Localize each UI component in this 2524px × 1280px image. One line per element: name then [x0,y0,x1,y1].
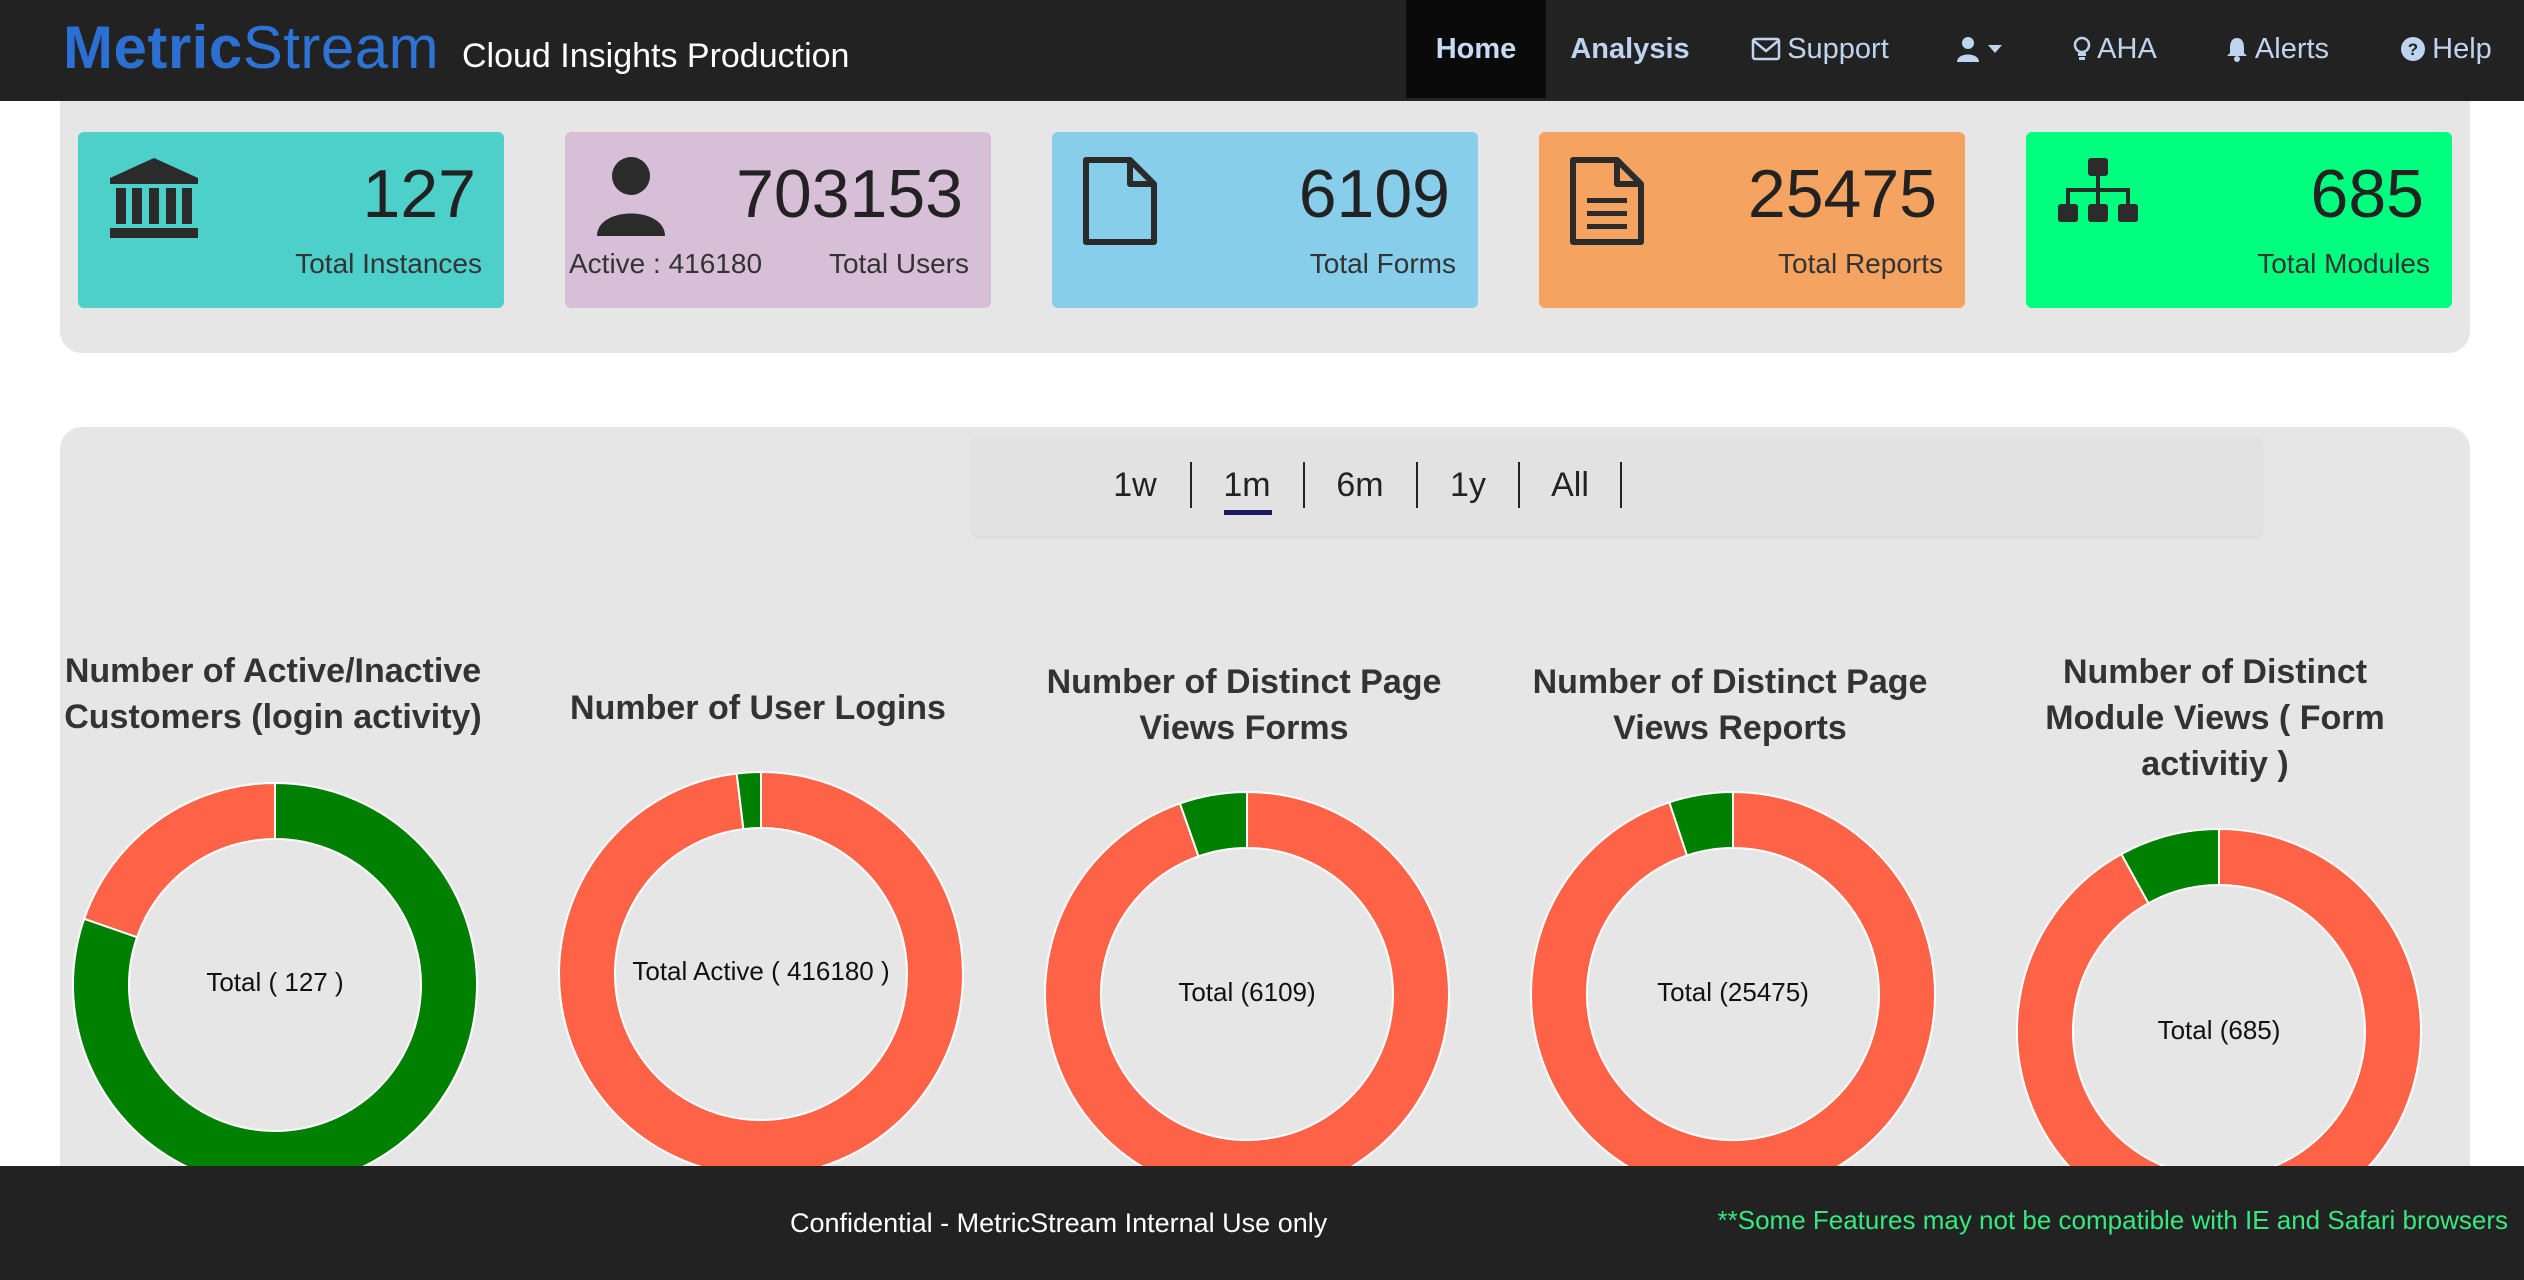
stat-value: 703153 [736,156,963,232]
donut-center-label: Total Active ( 416180 ) [632,956,890,986]
range-1y[interactable]: 1y [1433,460,1503,510]
range-selected-indicator [1224,510,1272,515]
sitemap-icon [2058,158,2138,222]
user-menu[interactable] [1940,0,2020,98]
nav-aha-label: AHA [2097,33,2157,65]
user-icon [597,157,665,236]
brand-logo[interactable]: MetricStream [63,8,439,88]
active-users-count: Active : 416180 [569,248,763,279]
svg-text:?: ? [2408,40,2418,59]
user-icon [1957,37,1979,62]
card-total-reports[interactable]: 25475 Total Reports [1539,132,1965,308]
donut-center-label: Total (25475) [1657,977,1809,1007]
card-total-instances[interactable]: 127 Total Instances [78,132,504,308]
stat-label: Total Forms [1309,248,1456,279]
nav-alerts-label: Alerts [2254,33,2330,65]
stat-value: 6109 [1298,156,1450,232]
question-circle-icon: ? [2401,37,2426,61]
app-name: Cloud Insights Production [462,37,850,75]
donut-center-label: Total ( 127 ) [206,967,344,997]
bell-icon [2226,38,2247,62]
donut-center-label: Total (685) [2157,1015,2281,1045]
chart-title: Number of Distinct Module Views ( Form a… [2045,653,2385,783]
nav-home[interactable]: Home [1406,0,1546,98]
card-total-modules[interactable]: 685 Total Modules [2026,132,2452,308]
range-divider [1620,462,1622,508]
file-icon [1083,157,1157,245]
range-6m[interactable]: 6m [1325,460,1395,510]
nav-help[interactable]: ? Help [2384,0,2508,98]
nav-aha[interactable]: AHA [2060,0,2170,98]
bank-icon [110,158,198,238]
stat-label: Total Users [828,248,969,279]
stat-label: Total Modules [2257,248,2430,279]
card-total-users[interactable]: 703153 Active : 416180 Total Users [565,132,991,308]
donut-slice-1[interactable] [82,781,276,939]
nav-support-label: Support [1787,33,1889,65]
range-all[interactable]: All [1535,460,1605,510]
chart-title: Number of Distinct Page Views Forms [1046,663,1442,747]
nav-analysis[interactable]: Analysis [1560,0,1700,98]
browser-warning: **Some Features may not be compatible wi… [1717,1205,2509,1235]
range-divider [1518,462,1520,508]
range-divider [1303,462,1305,508]
chart-title: Number of Distinct Page Views Reports [1532,663,1928,747]
nav-help-label: Help [2432,33,2492,65]
chart-title: Number of User Logins [570,689,946,727]
range-1w[interactable]: 1w [1100,460,1170,510]
caret-down-icon [1988,45,2002,53]
footer: Confidential - MetricStream Internal Use… [0,1166,2524,1280]
nav-support[interactable]: Support [1740,0,1900,98]
nav-analysis-label: Analysis [1570,33,1690,65]
stat-label: Total Instances [295,248,482,279]
nav-alerts[interactable]: Alerts [2212,0,2342,98]
stat-value: 127 [362,156,476,232]
stat-label: Total Reports [1778,248,1943,279]
stat-value: 685 [2310,156,2424,232]
confidential-notice: Confidential - MetricStream Internal Use… [790,1208,1328,1238]
file-text-icon [1570,157,1644,245]
donut-center-label: Total (6109) [1178,977,1316,1007]
range-1m[interactable]: 1m [1212,460,1282,510]
envelope-icon [1751,37,1781,61]
card-total-forms[interactable]: 6109 Total Forms [1052,132,1478,308]
range-divider [1416,462,1418,508]
lightbulb-icon [2073,36,2091,60]
range-divider [1190,462,1192,508]
nav-home-label: Home [1435,33,1517,65]
top-navbar: MetricStream Cloud Insights Production H… [0,0,2524,101]
chart-title: Number of Active/Inactive Customers (log… [64,652,482,736]
stat-value: 25475 [1747,156,1937,232]
